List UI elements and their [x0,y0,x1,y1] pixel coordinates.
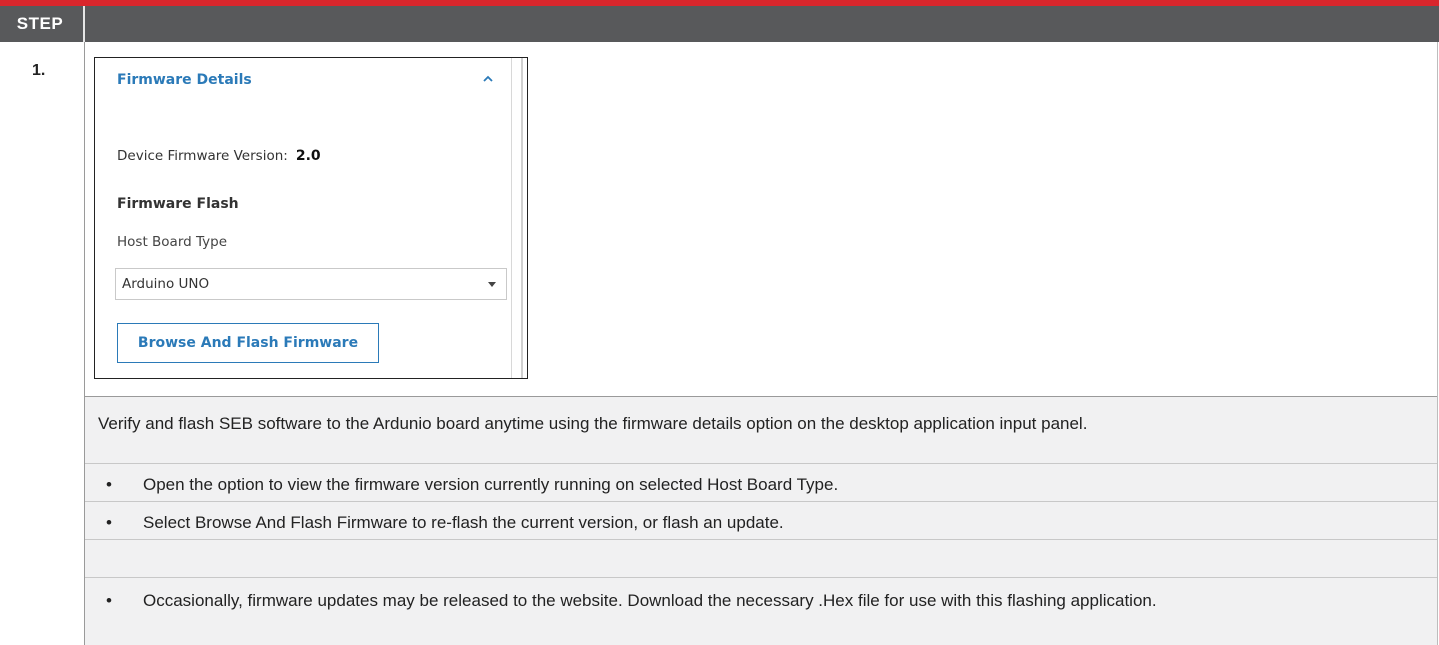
table-right-border [1437,42,1438,645]
browse-and-flash-firmware-button[interactable]: Browse And Flash Firmware [117,323,379,363]
panel-title: Firmware Details [117,72,252,88]
bullet-icon: • [106,591,112,610]
instruction-separator [85,463,1437,464]
list-item-text: Select Browse And Flash Firmware to re-f… [143,513,784,532]
list-item-text: Occasionally, firmware updates may be re… [143,591,1157,610]
instructions-paragraph: Verify and flash SEB software to the Ard… [98,414,1088,433]
caret-down-icon [488,282,496,287]
firmware-flash-heading: Firmware Flash [117,196,239,212]
panel-scrollbar[interactable] [521,58,523,378]
instruction-separator [85,539,1437,540]
firmware-details-panel: Firmware Details Device Firmware Version… [94,57,528,379]
bullet-icon: • [106,513,112,532]
host-board-type-select[interactable]: Arduino UNO [115,268,507,300]
step-number: 1. [32,62,46,79]
firmware-version-label: Device Firmware Version: [117,148,288,164]
firmware-version-value: 2.0 [295,148,321,164]
step-column-header: STEP [16,14,64,33]
list-item-text: Open the option to view the firmware ver… [143,475,839,494]
instruction-separator [85,501,1437,502]
bullet-icon: • [106,475,112,494]
host-board-type-value: Arduino UNO [122,276,210,292]
instruction-separator [85,577,1437,578]
panel-content: Firmware Details Device Firmware Version… [95,58,511,378]
firmware-version-row: Device Firmware Version: 2.0 [117,148,321,164]
header-divider [83,6,85,42]
panel-scrollbar-edge [511,58,512,378]
chevron-up-icon[interactable] [481,72,495,86]
table-header [0,6,1439,42]
host-board-type-label: Host Board Type [117,234,228,250]
